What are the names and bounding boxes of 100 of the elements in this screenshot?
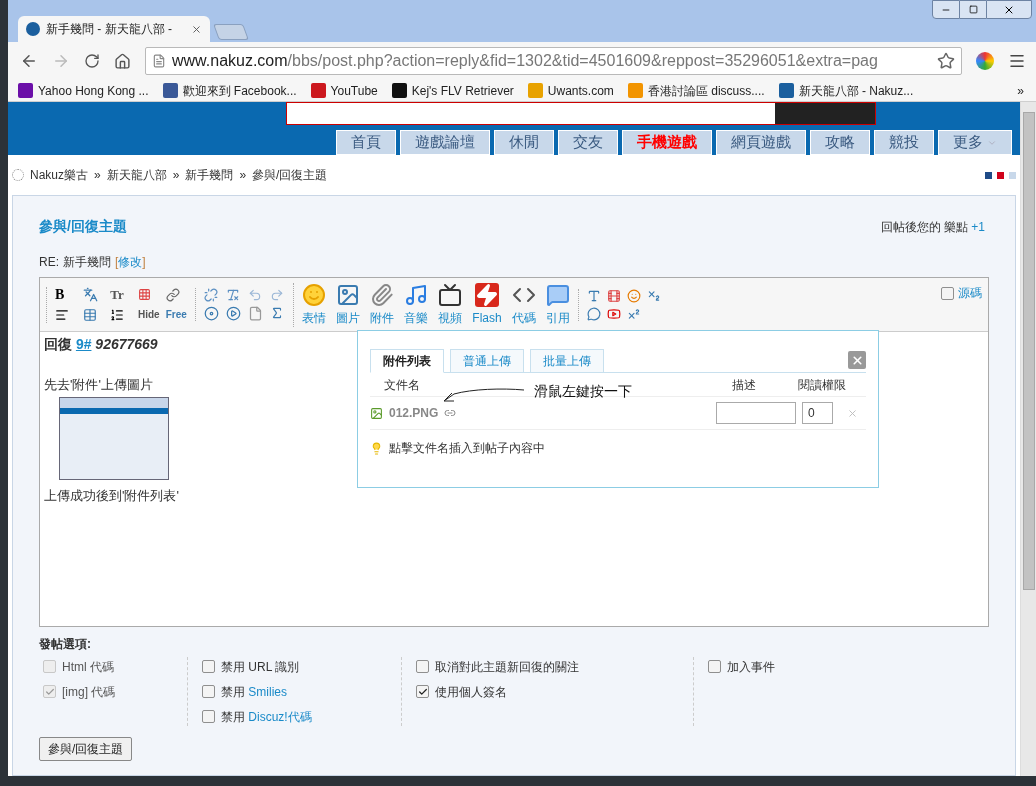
hide-button[interactable]: Hide: [138, 306, 160, 323]
font-icon[interactable]: [82, 287, 98, 302]
popup-tab[interactable]: 附件列表: [370, 349, 444, 373]
bookmark[interactable]: YouTube: [310, 81, 378, 100]
nav-tab[interactable]: 網頁遊戲: [716, 130, 806, 155]
bookmark[interactable]: Kej's FLV Retriever: [391, 81, 514, 100]
extension-icon[interactable]: [976, 52, 994, 70]
panel-heading: 參與/回復主題: [39, 217, 127, 236]
nav-tab[interactable]: 交友: [558, 130, 618, 155]
check-icon: [44, 686, 55, 697]
checkbox[interactable]: [202, 710, 215, 723]
option-label: 禁用 URL 識別: [221, 658, 300, 676]
nav-tab[interactable]: 攻略: [810, 130, 870, 155]
editor-tool-button[interactable]: 附件: [370, 282, 395, 327]
options-title: 發帖選項:: [39, 636, 92, 653]
editor-tool-button[interactable]: 引用: [545, 282, 570, 327]
face-icon[interactable]: [626, 288, 641, 303]
font-style-icon[interactable]: [586, 288, 601, 303]
close-button[interactable]: [848, 351, 866, 369]
redo-icon[interactable]: [270, 288, 285, 302]
maximize-icon: [968, 5, 978, 14]
nav-tab[interactable]: 手機遊戲: [622, 130, 712, 155]
editor-tool-button[interactable]: 視頻: [438, 282, 463, 327]
breadcrumb-link[interactable]: Nakuz樂古: [30, 166, 88, 184]
bookmark-star-icon[interactable]: [937, 52, 955, 70]
theme-swatch[interactable]: [1009, 171, 1016, 179]
editor-tool-button[interactable]: 音樂: [404, 282, 429, 327]
option-label: 加入事件: [727, 658, 775, 676]
nav-tab[interactable]: 首頁: [336, 130, 396, 155]
maximize-button[interactable]: [960, 0, 986, 19]
undo-icon[interactable]: [248, 288, 263, 302]
nav-tab[interactable]: 競投: [874, 130, 934, 155]
theme-swatch[interactable]: [997, 171, 1004, 179]
subject-text: 新手幾問: [63, 254, 111, 271]
browser-tab[interactable]: 新手幾問 - 新天龍八部 -: [18, 16, 210, 42]
free-button[interactable]: Free: [165, 306, 188, 323]
link-icon[interactable]: [444, 407, 457, 419]
site-logo-icon: [26, 22, 40, 36]
reload-icon[interactable]: [84, 53, 100, 69]
more-bookmarks[interactable]: »: [1017, 81, 1024, 100]
nav-tab[interactable]: 休閒: [494, 130, 554, 155]
paperclip-icon: [370, 282, 395, 307]
checkbox[interactable]: [416, 685, 429, 698]
breadcrumb-link[interactable]: 新天龍八部: [106, 166, 167, 184]
blank-page-icon[interactable]: [248, 306, 264, 321]
bookmark[interactable]: 香港討論區 discuss....: [627, 81, 765, 100]
popup-tab[interactable]: 批量上傳: [530, 349, 604, 373]
text-size-button[interactable]: Tr: [110, 286, 132, 303]
bookmark[interactable]: 歡迎來到 Facebook...: [162, 81, 297, 100]
edit-link[interactable]: 修改: [118, 253, 143, 271]
list-icon[interactable]: [110, 307, 125, 322]
bookmark[interactable]: 新天龍八部 - Nakuz...: [778, 81, 914, 100]
checkbox[interactable]: [202, 660, 215, 673]
check-icon: [417, 686, 428, 697]
column-header: 文件名: [384, 376, 420, 394]
clear-format-icon[interactable]: [226, 288, 241, 302]
link-icon[interactable]: [165, 287, 180, 302]
checkbox[interactable]: [941, 286, 954, 300]
url-text: www.nakuz.com/bbs/post.php?action=reply&fid=1302&tid=4501609&reppost=35296051&extra=pag: [172, 51, 879, 71]
description-field[interactable]: [716, 402, 796, 424]
scrollbar[interactable]: [1020, 102, 1036, 776]
annotation-text: 滑鼠左鍵按一下: [534, 382, 632, 401]
bookmark[interactable]: Uwants.com: [527, 81, 614, 100]
back-icon[interactable]: [20, 52, 38, 70]
superscript-icon[interactable]: [626, 306, 641, 321]
editor-tool-button[interactable]: 圖片: [336, 282, 361, 327]
color-grid-icon[interactable]: [138, 288, 151, 301]
nav-tab[interactable]: 更多: [938, 130, 1012, 155]
menu-icon[interactable]: [1008, 52, 1026, 70]
file-name-link[interactable]: 012.PNG: [389, 404, 439, 422]
address-bar[interactable]: www.nakuz.com/bbs/post.php?action=reply&fid=1302&tid=4501609&reppost=35296051&extra=pag: [145, 47, 962, 75]
submit-button[interactable]: 參與/回復主題: [39, 737, 133, 761]
align-icon[interactable]: [55, 307, 69, 322]
checkbox[interactable]: [202, 685, 215, 698]
content-line: 先去'附件'上傳圖片: [44, 376, 153, 394]
lightbulb-icon: [370, 441, 383, 455]
permission-field[interactable]: 0: [802, 402, 833, 424]
subscript-icon[interactable]: [646, 288, 661, 303]
close-button[interactable]: [986, 0, 1032, 19]
bookmark[interactable]: Yahoo Hong Kong ...: [18, 81, 149, 100]
close-icon[interactable]: [191, 23, 202, 35]
editor-tool-button[interactable]: 表情: [302, 282, 327, 327]
theme-swatch[interactable]: [985, 171, 992, 179]
checkbox[interactable]: [708, 660, 721, 673]
nav-tab[interactable]: 遊戲論壇: [400, 130, 490, 155]
checkbox[interactable]: [416, 660, 429, 673]
media-icon[interactable]: [606, 288, 621, 303]
minimize-button[interactable]: [932, 0, 960, 19]
editor-tool-button[interactable]: Flash: [472, 282, 502, 327]
home-icon[interactable]: [114, 52, 131, 70]
bold-button[interactable]: B: [55, 286, 77, 303]
popup-tab[interactable]: 普通上傳: [450, 349, 524, 373]
editor-tool-button[interactable]: 代碼: [511, 282, 536, 327]
tab-title: 新手幾問 - 新天龍八部 -: [46, 21, 173, 38]
disc-icon[interactable]: [204, 306, 220, 321]
breadcrumb-link[interactable]: 新手幾問: [185, 166, 234, 184]
delete-icon[interactable]: [847, 407, 858, 419]
table-icon[interactable]: [82, 307, 97, 322]
unlink-icon[interactable]: [204, 288, 219, 302]
checkbox-label: 源碼: [958, 285, 982, 302]
